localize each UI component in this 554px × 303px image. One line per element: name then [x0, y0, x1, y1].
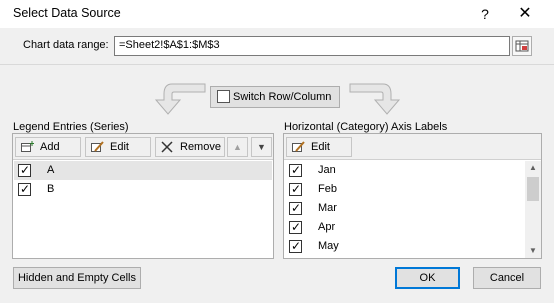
- scroll-up-icon[interactable]: ▲: [525, 161, 541, 175]
- switch-row-column-icon: [217, 90, 230, 103]
- remove-icon: [161, 141, 173, 153]
- add-series-button[interactable]: Add: [15, 137, 81, 157]
- axis-label-row[interactable]: May: [285, 237, 525, 256]
- axis-label-text: Feb: [318, 183, 337, 195]
- select-data-source-dialog: Select Data Source ? ✕ Chart data range:…: [0, 0, 554, 303]
- switch-row-column-button[interactable]: Switch Row/Column: [210, 86, 340, 108]
- range-select-icon: [515, 40, 529, 52]
- series-checkbox[interactable]: [18, 161, 31, 180]
- edit-series-label: Edit: [110, 141, 129, 153]
- legend-entries-label: Legend Entries (Series): [13, 121, 129, 133]
- axis-label-row[interactable]: Mar: [285, 199, 525, 218]
- separator: [0, 64, 554, 65]
- edit-axis-labels-label: Edit: [311, 141, 330, 153]
- add-icon: [21, 141, 34, 152]
- series-name: B: [47, 183, 55, 195]
- cancel-button[interactable]: Cancel: [473, 267, 541, 289]
- series-row[interactable]: A: [14, 161, 272, 180]
- help-button[interactable]: ?: [473, 3, 497, 25]
- series-row[interactable]: B: [14, 180, 272, 199]
- axis-label-text: Apr: [318, 221, 336, 233]
- axis-labels-panel: Edit Jan Feb Mar Apr May ▲ ▼: [283, 133, 542, 259]
- axis-label-row[interactable]: Feb: [285, 180, 525, 199]
- axis-labels-scrollbar[interactable]: ▲ ▼: [525, 161, 541, 258]
- curved-arrow-left-icon: [154, 83, 206, 115]
- axis-labels-label: Horizontal (Category) Axis Labels: [284, 121, 448, 133]
- axis-label-checkbox[interactable]: [289, 180, 302, 199]
- remove-series-label: Remove: [180, 141, 221, 153]
- series-name: A: [47, 164, 55, 176]
- move-down-button[interactable]: ▼: [251, 137, 272, 157]
- title-bar: Select Data Source ? ✕: [0, 0, 554, 28]
- axis-label-text: May: [318, 240, 339, 252]
- axis-label-row[interactable]: Jan: [285, 161, 525, 180]
- axis-toolbar: Edit: [284, 134, 541, 160]
- edit-icon: [292, 141, 305, 152]
- legend-toolbar: Add Edit Remove ▲ ▼: [13, 134, 273, 160]
- dialog-title: Select Data Source: [13, 6, 121, 20]
- range-select-button[interactable]: [512, 36, 532, 56]
- axis-label-row[interactable]: Apr: [285, 218, 525, 237]
- axis-label-text: Jan: [318, 164, 336, 176]
- hidden-and-empty-cells-button[interactable]: Hidden and Empty Cells: [13, 267, 141, 289]
- ok-button[interactable]: OK: [395, 267, 460, 289]
- series-checkbox[interactable]: [18, 180, 31, 199]
- chart-data-range-label: Chart data range:: [23, 39, 109, 51]
- edit-icon: [91, 141, 104, 152]
- move-up-button[interactable]: ▲: [227, 137, 248, 157]
- axis-label-text: Mar: [318, 202, 337, 214]
- chart-data-range-input[interactable]: =Sheet2!$A$1:$M$3: [114, 36, 510, 56]
- axis-label-checkbox[interactable]: [289, 237, 302, 256]
- axis-label-checkbox[interactable]: [289, 199, 302, 218]
- switch-row-column-label: Switch Row/Column: [233, 91, 332, 103]
- axis-label-checkbox[interactable]: [289, 218, 302, 237]
- edit-series-button[interactable]: Edit: [85, 137, 151, 157]
- curved-arrow-right-icon: [349, 83, 401, 115]
- scroll-thumb[interactable]: [527, 177, 539, 201]
- remove-series-button[interactable]: Remove: [155, 137, 225, 157]
- legend-entries-panel: Add Edit Remove ▲ ▼ A B: [12, 133, 274, 259]
- add-series-label: Add: [40, 141, 60, 153]
- edit-axis-labels-button[interactable]: Edit: [286, 137, 352, 157]
- close-button[interactable]: ✕: [513, 3, 537, 25]
- scroll-down-icon[interactable]: ▼: [525, 244, 541, 258]
- axis-label-checkbox[interactable]: [289, 161, 302, 180]
